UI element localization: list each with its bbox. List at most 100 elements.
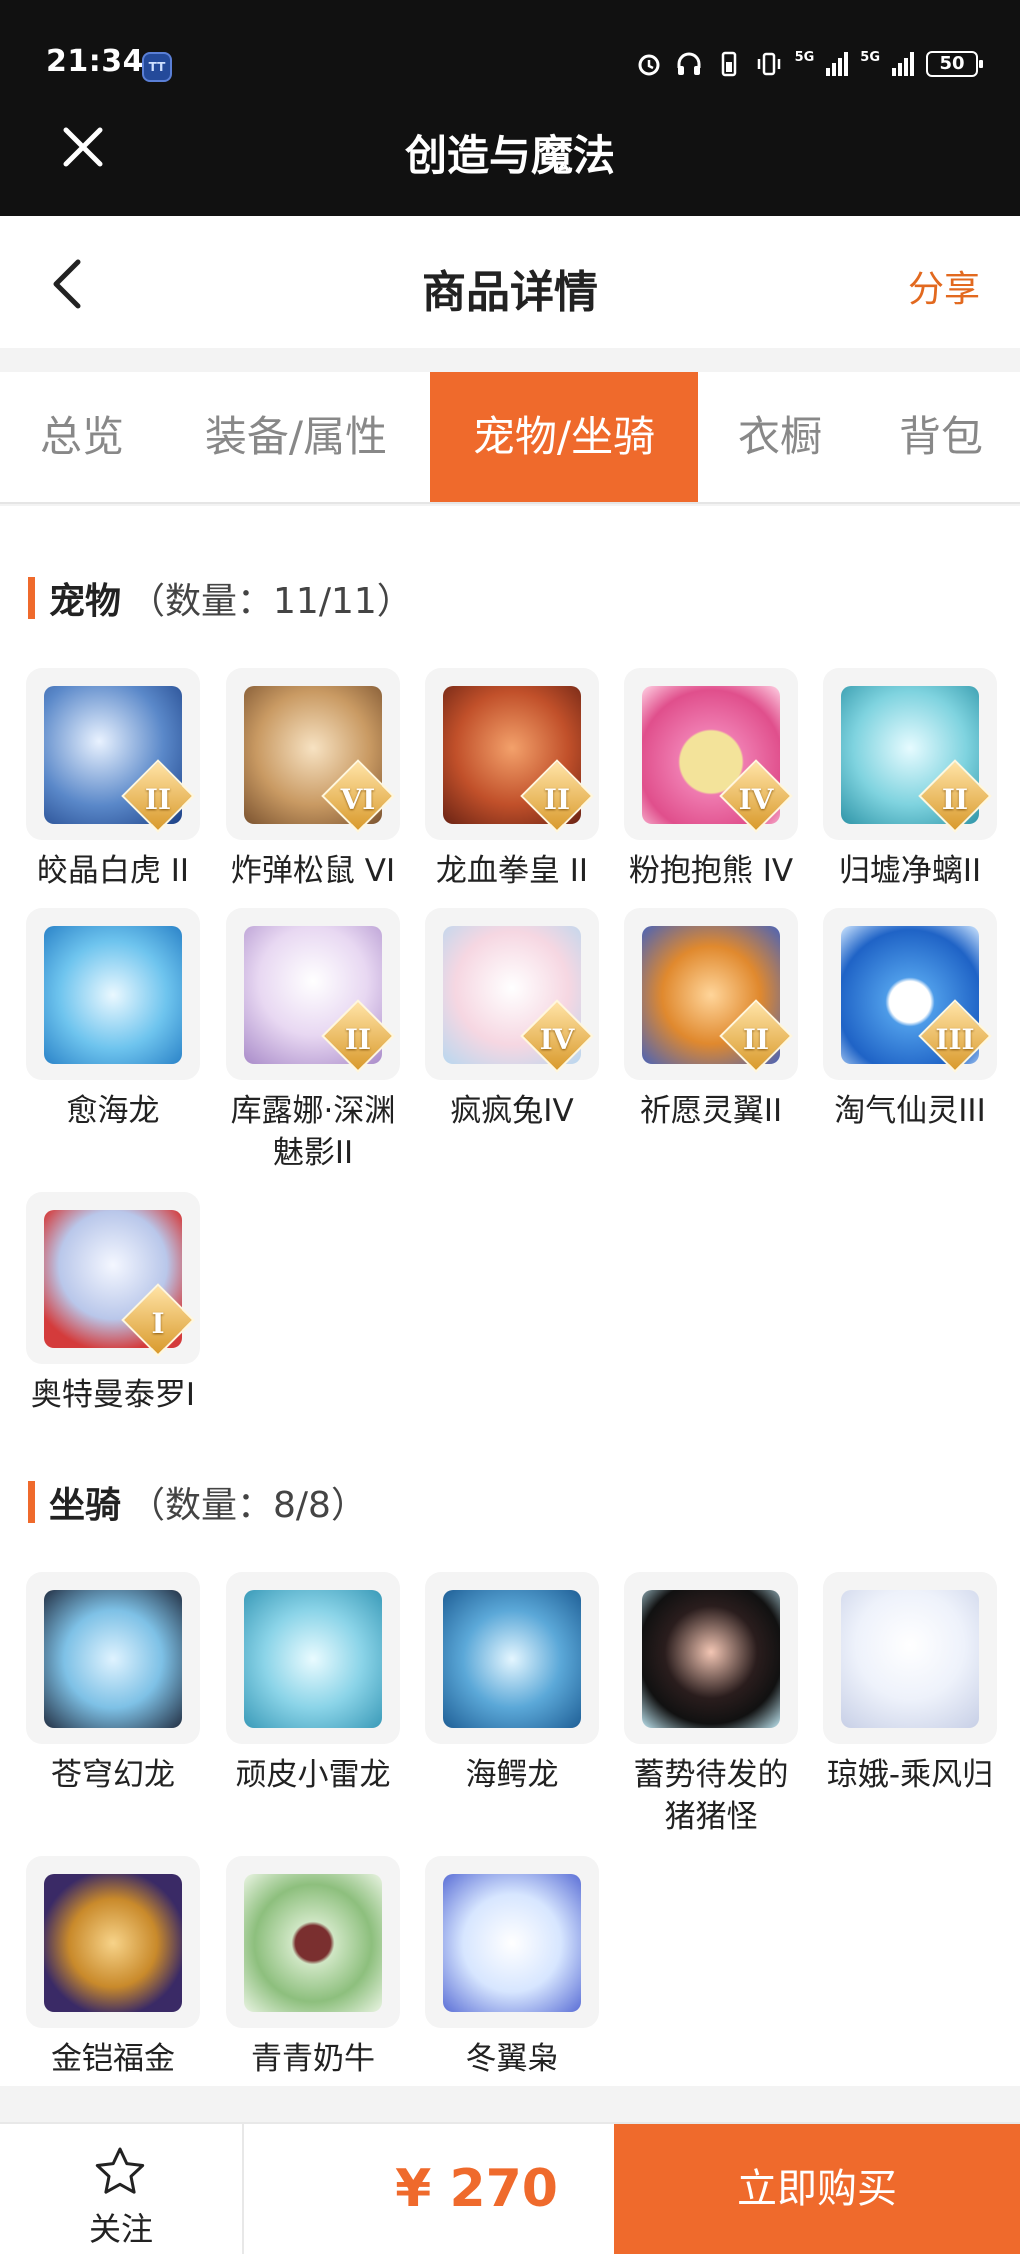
buy-now-button[interactable]: 立即购买 — [614, 2124, 1020, 2254]
pet-name: 淘气仙灵III — [834, 1093, 986, 1129]
pets-section-title: 宠物 （数量：11/11） — [28, 576, 413, 622]
grade-badge-text: I — [151, 1307, 165, 1340]
follow-button[interactable]: 关注 — [0, 2124, 244, 2254]
phone-battery-icon — [721, 51, 736, 77]
mount-name: 金铠福金 — [51, 2041, 175, 2077]
pet-item[interactable]: II 祈愿灵翼II — [624, 908, 798, 1132]
section-accent-bar — [28, 577, 35, 619]
mount-image — [642, 1590, 780, 1728]
pet-item[interactable]: IV 粉抱抱熊 IV — [624, 668, 798, 892]
pet-thumbnail: VI — [226, 668, 400, 840]
pet-item[interactable]: III 淘气仙灵III — [823, 908, 997, 1132]
pet-name: 粉抱抱熊 IV — [628, 853, 794, 889]
status-time: 21:34 — [46, 44, 144, 79]
pet-item[interactable]: II 皎晶白虎 II — [26, 668, 200, 892]
headphones-icon — [677, 52, 701, 75]
pet-name: 祈愿灵翼II — [639, 1093, 783, 1129]
tab-backpack[interactable]: 背包 — [862, 372, 1020, 502]
grade-badge-text: VI — [340, 783, 376, 816]
pet-item[interactable]: IV 疯疯兔IV — [425, 908, 599, 1132]
mount-image — [443, 1590, 581, 1728]
mount-thumbnail — [624, 1572, 798, 1744]
grade-badge-text: II — [543, 783, 571, 816]
pet-name: 归墟净螭II — [838, 853, 982, 889]
mount-item[interactable]: 青青奶牛 — [226, 1856, 400, 2080]
pet-name: 疯疯兔IV — [450, 1093, 574, 1129]
app-title: 创造与魔法 — [404, 131, 615, 180]
mount-image — [841, 1590, 979, 1728]
pet-item[interactable]: II 归墟净螭II — [823, 668, 997, 892]
page-title: 商品详情 — [422, 267, 598, 318]
pet-item[interactable]: 愈海龙 — [26, 908, 200, 1132]
pet-name: 奥特曼泰罗I — [30, 1377, 196, 1413]
grade-badge-text: IV — [738, 783, 774, 816]
mounts-count: （数量：8/8） — [129, 1485, 367, 1526]
tab-pets-mounts[interactable]: 宠物/坐骑 — [430, 372, 698, 502]
pet-thumbnail: II — [26, 668, 200, 840]
mount-item[interactable]: 顽皮小雷龙 — [226, 1572, 400, 1796]
pet-name: 库露娜·深渊魅影II — [230, 1093, 396, 1171]
mount-image — [44, 1874, 182, 2012]
grade-badge-text: II — [344, 1023, 372, 1056]
signal-icon-2 — [892, 52, 914, 76]
pet-thumbnail: II — [226, 908, 400, 1080]
mount-name: 顽皮小雷龙 — [235, 1757, 391, 1793]
pet-thumbnail: III — [823, 908, 997, 1080]
pet-item[interactable]: VI 炸弹松鼠 VI — [226, 668, 400, 892]
bottom-action-bar: 关注 ¥ 270 立即购买 — [0, 2122, 1020, 2254]
pet-name: 皎晶白虎 II — [36, 853, 190, 889]
mount-item[interactable]: 金铠福金 — [26, 1856, 200, 2080]
star-icon — [95, 2147, 145, 2194]
tab-equipment[interactable]: 装备/属性 — [164, 372, 428, 502]
grade-badge-text: II — [742, 1023, 770, 1056]
mount-item[interactable]: 冬翼枭 — [425, 1856, 599, 2080]
mount-item[interactable]: 海鳄龙 — [425, 1572, 599, 1796]
grade-badge-text: III — [935, 1023, 975, 1056]
mount-image — [244, 1874, 382, 2012]
mount-item[interactable]: 琼娥-乘风归 — [823, 1572, 997, 1796]
mount-image — [44, 1590, 182, 1728]
section-accent-bar — [28, 1481, 35, 1523]
mount-thumbnail — [823, 1572, 997, 1744]
pet-thumbnail: II — [425, 668, 599, 840]
pet-thumbnail: II — [624, 908, 798, 1080]
pets-count: （数量：11/11） — [129, 581, 413, 622]
pet-name: 龙血拳皇 II — [435, 853, 589, 889]
mount-name: 青青奶牛 — [251, 2041, 375, 2077]
pet-thumbnail: II — [823, 668, 997, 840]
mount-image — [443, 1874, 581, 2012]
network-5g-label-1: 5G — [794, 50, 815, 65]
mount-thumbnail — [26, 1856, 200, 2028]
pet-item[interactable]: II 库露娜·深渊魅影II — [226, 908, 400, 1174]
mount-item[interactable]: 苍穹幻龙 — [26, 1572, 200, 1796]
vibrate-icon — [757, 52, 780, 76]
battery-icon: 50 — [926, 51, 983, 77]
mount-thumbnail — [226, 1572, 400, 1744]
status-icons: 5G 5G 50 — [635, 50, 983, 78]
mounts-title: 坐骑 — [49, 1485, 122, 1526]
price-label: ¥ 270 — [395, 2159, 558, 2219]
follow-label: 关注 — [88, 2210, 153, 2248]
app-root: 21:34 TT 5G 5G 50 创造与魔法 商品详情 分享 总览 装备/属性… — [0, 0, 1020, 2254]
mount-thumbnail — [26, 1572, 200, 1744]
mount-thumbnail — [425, 1856, 599, 2028]
mount-item[interactable]: 蓄势待发的猪猪怪 — [624, 1572, 798, 1838]
tab-overview[interactable]: 总览 — [0, 372, 164, 502]
pet-name: 炸弹松鼠 VI — [230, 853, 396, 889]
app-title-bar: 创造与魔法 — [0, 92, 1020, 216]
grade-badge-text: IV — [539, 1023, 575, 1056]
app-notification-icon: TT — [142, 52, 172, 82]
pets-mounts-panel: 宠物 （数量：11/11） II 皎晶白虎 II VI 炸弹松鼠 VI II 龙… — [0, 506, 1020, 2086]
tab-wardrobe[interactable]: 衣橱 — [698, 372, 862, 502]
signal-icon — [826, 52, 849, 76]
pet-image — [44, 926, 182, 1064]
alarm-icon — [638, 54, 660, 76]
mount-image — [244, 1590, 382, 1728]
pet-thumbnail: I — [26, 1192, 200, 1364]
tab-bar: 总览 装备/属性 宠物/坐骑 衣橱 背包 — [0, 372, 1020, 504]
share-button[interactable]: 分享 — [908, 260, 980, 312]
mount-thumbnail — [226, 1856, 400, 2028]
pet-item[interactable]: II 龙血拳皇 II — [425, 668, 599, 892]
pet-item[interactable]: I 奥特曼泰罗I — [26, 1192, 200, 1416]
mount-name: 蓄势待发的猪猪怪 — [633, 1757, 789, 1835]
